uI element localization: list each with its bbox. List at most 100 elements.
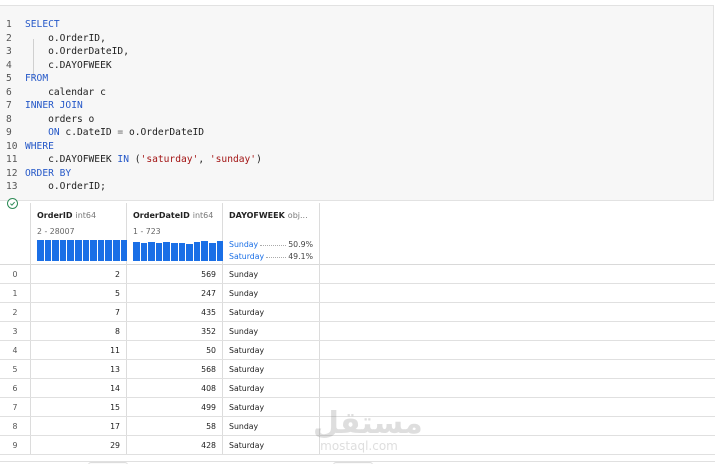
cell-dayofweek: Sunday (223, 265, 320, 283)
histogram-bar (178, 243, 186, 261)
sql-string: 'saturday' (140, 154, 199, 165)
category-percent: 50.9% (288, 240, 313, 249)
table-row[interactable]: 0 2 569 Sunday (0, 265, 715, 284)
code-text: o.OrderID, (25, 32, 106, 46)
table-row[interactable]: 5 13 568 Saturday (0, 360, 715, 379)
code-editor[interactable]: 1 SELECT 2 o.OrderID, 3 o.OrderDateID, 4 c.D… (0, 18, 713, 194)
row-filler (320, 284, 715, 302)
table-header: OrderID int64 2 - 28007 OrderDateID int64 … (0, 203, 715, 265)
cell-dayofweek: Saturday (223, 303, 320, 321)
sql-token: o.OrderDateID, (25, 46, 129, 57)
histogram-bar (59, 240, 67, 261)
code-line: 11 c.DAYOFWEEK IN ('saturday', 'sunday') (0, 153, 713, 167)
cell-orderid: 14 (31, 379, 127, 397)
code-line: 3 o.OrderDateID, (0, 45, 713, 59)
code-text: SELECT (25, 18, 60, 32)
cell-dayofweek: Saturday (223, 398, 320, 416)
cell-dayofweek: Sunday (223, 322, 320, 340)
code-line: 6 calendar c (0, 86, 713, 100)
row-index: 6 (0, 379, 31, 397)
cell-orderdateid: 499 (127, 398, 223, 416)
row-filler (320, 322, 715, 340)
cell-orderid: 17 (31, 417, 127, 435)
category-name: Sunday (229, 240, 259, 249)
code-line: 9 ON c.DateID = o.OrderDateID (0, 126, 713, 140)
cell-dayofweek: Sunday (223, 417, 320, 435)
row-filler (320, 303, 715, 321)
row-filler (320, 417, 715, 435)
column-range: 1 - 723 (133, 227, 161, 236)
table-row[interactable]: 7 15 499 Saturday (0, 398, 715, 417)
histogram (133, 240, 224, 261)
code-line: 1 SELECT (0, 18, 713, 32)
sql-keyword: WHERE (25, 140, 54, 152)
cell-dayofweek: Saturday (223, 379, 320, 397)
code-text: c.DAYOFWEEK IN ('saturday', 'sunday') (25, 153, 262, 167)
sql-string: 'sunday' (209, 154, 257, 165)
histogram-bar (140, 243, 148, 261)
table-row[interactable]: 1 5 247 Sunday (0, 284, 715, 303)
histogram-bar (52, 240, 59, 261)
category-name: Saturday (229, 252, 265, 261)
code-line: 2 o.OrderID, (0, 32, 713, 46)
sql-token: ) (256, 154, 262, 165)
table-row[interactable]: 9 29 428 Saturday (0, 436, 715, 455)
histogram-bar (90, 240, 97, 261)
column-name: DAYOFWEEK (229, 211, 285, 220)
column-header-orderid[interactable]: OrderID int64 2 - 28007 (31, 203, 128, 265)
row-index: 4 (0, 341, 31, 359)
column-name: OrderID (37, 211, 73, 220)
code-line: 12 ORDER BY (0, 167, 713, 181)
histogram-bar (37, 240, 44, 261)
category-stat-sunday: Sunday 50.9% (229, 240, 313, 249)
column-header-dayofweek[interactable]: DAYOFWEEK obj... Sunday 50.9% Saturday 49… (223, 203, 320, 265)
table-body: 0 2 569 Sunday 1 5 247 Sunday 2 7 435 Saturday 3 8 352… (0, 265, 715, 455)
code-text: o.OrderID; (25, 180, 106, 194)
result-table: OrderID int64 2 - 28007 OrderDateID int64 … (0, 203, 715, 464)
table-row[interactable]: 4 11 50 Saturday (0, 341, 715, 360)
sql-token: calendar c (25, 86, 106, 98)
row-index: 0 (0, 265, 31, 283)
column-name: OrderDateID (133, 211, 190, 220)
row-index: 7 (0, 398, 31, 416)
sql-code-cell[interactable]: 1 SELECT 2 o.OrderID, 3 o.OrderDateID, 4 c.D… (0, 5, 714, 201)
table-row[interactable]: 6 14 408 Saturday (0, 379, 715, 398)
line-number: 3 (6, 46, 12, 57)
row-filler (320, 360, 715, 378)
histogram-bar (148, 242, 155, 261)
row-index: 3 (0, 322, 31, 340)
category-percent: 49.1% (288, 252, 313, 261)
sql-keyword: ON (25, 127, 60, 138)
index-header (0, 203, 31, 265)
histogram-bar (163, 242, 170, 261)
sql-keyword: SELECT (25, 19, 60, 30)
table-row[interactable]: 8 17 58 Sunday (0, 417, 715, 436)
histogram-bar (67, 240, 74, 261)
histogram-bar (105, 240, 112, 261)
histogram-bar (201, 241, 208, 261)
row-filler (320, 436, 715, 454)
header-filler (320, 203, 715, 265)
code-text: INNER JOIN (25, 99, 83, 113)
table-row[interactable]: 3 8 352 Sunday (0, 322, 715, 341)
histogram-bar (74, 240, 82, 261)
sql-token: c.DateID (59, 127, 118, 138)
row-filler (320, 341, 715, 359)
cell-orderid: 13 (31, 360, 127, 378)
histogram-bar (186, 244, 193, 261)
histogram-bar (82, 240, 90, 261)
line-number: 13 (6, 181, 18, 192)
line-number: 2 (6, 32, 12, 44)
line-number: 1 (6, 19, 12, 30)
table-row[interactable]: 2 7 435 Saturday (0, 303, 715, 322)
histogram-bar (193, 242, 201, 261)
code-text: o.OrderDateID, (25, 45, 129, 59)
cell-dayofweek: Sunday (223, 284, 320, 302)
histogram-bar (170, 243, 178, 261)
cell-orderdateid: 247 (127, 284, 223, 302)
column-header-orderdateid[interactable]: OrderDateID int64 1 - 723 (127, 203, 224, 265)
cell-orderdateid: 428 (127, 436, 223, 454)
code-text: orders o (25, 113, 94, 127)
cell-orderid: 11 (31, 341, 127, 359)
row-filler (320, 398, 715, 416)
